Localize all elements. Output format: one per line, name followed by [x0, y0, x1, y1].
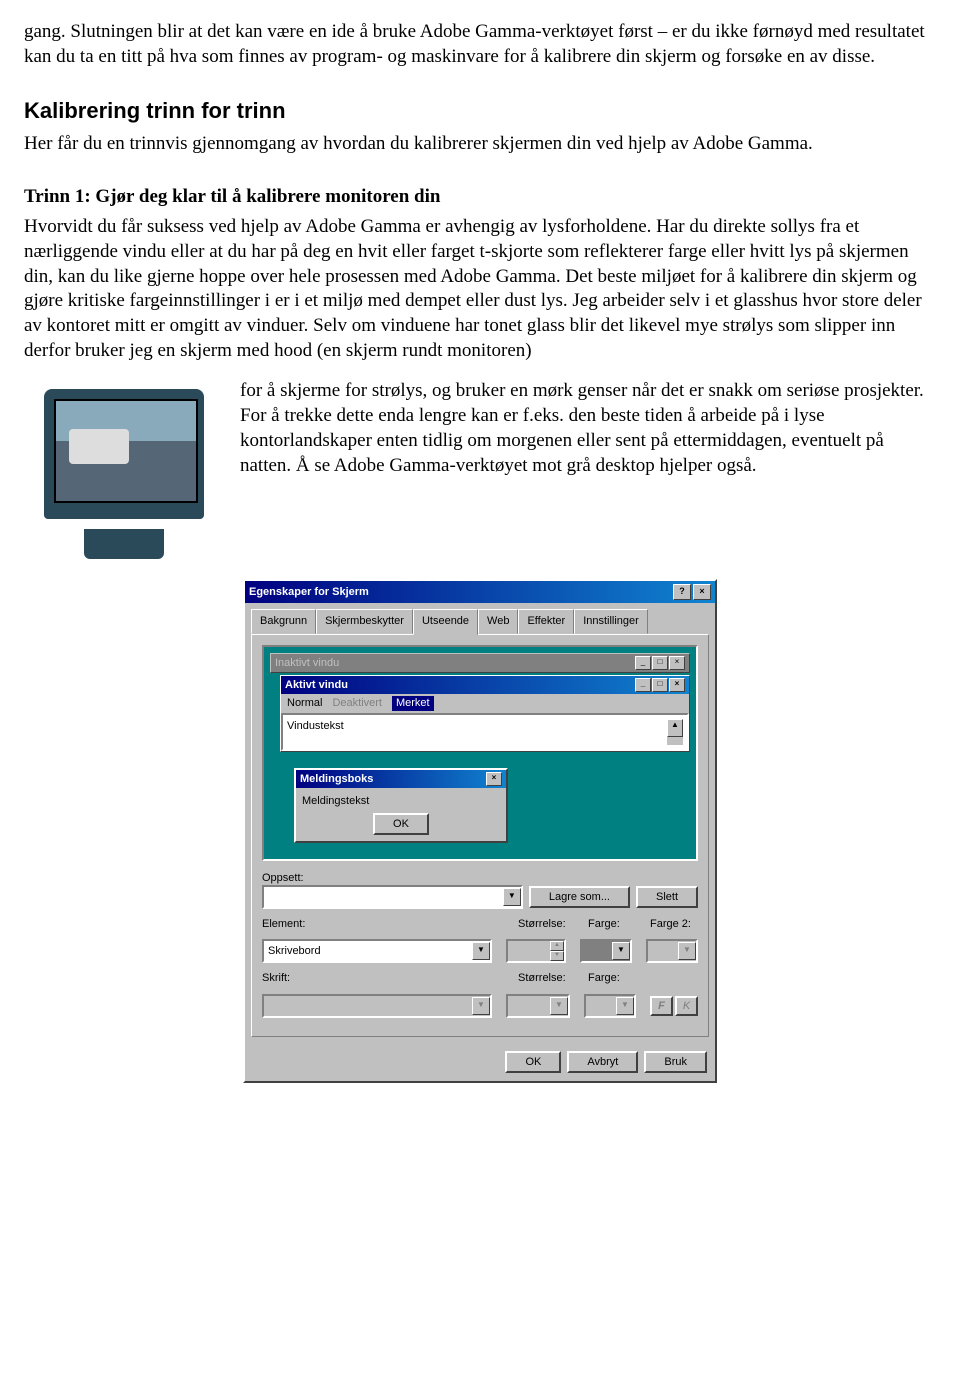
bruk-button[interactable]: Bruk	[644, 1051, 707, 1073]
tab-skjermbeskytter[interactable]: Skjermbeskytter	[316, 609, 413, 633]
dialog-title: Egenskaper for Skjerm	[249, 585, 369, 599]
heading-trinn1: Trinn 1: Gjør deg klar til å kalibrere m…	[24, 185, 936, 210]
farge3-picker: ▼	[584, 994, 636, 1018]
preview-active-window: Aktivt vindu _□× Normal Deaktivert Merke…	[280, 675, 690, 752]
kalibrering-sub: Her får du en trinnvis gjennomgang av hv…	[24, 132, 936, 157]
farge2-label: Farge 2:	[650, 917, 698, 931]
intro-paragraph: gang. Slutningen blir at det kan være en…	[24, 20, 936, 69]
active-window-title: Aktivt vindu	[285, 678, 348, 692]
oppsett-combo[interactable]: ▼	[262, 885, 523, 909]
lagre-som-button[interactable]: Lagre som...	[529, 886, 630, 908]
help-button[interactable]: ?	[673, 584, 691, 600]
msgbox-title: Meldingsboks	[300, 772, 373, 786]
close-button[interactable]: ×	[693, 584, 711, 600]
menu-normal: Normal	[287, 696, 322, 710]
msgbox-text: Meldingstekst	[302, 794, 500, 808]
skrift-combo: ▼	[262, 994, 492, 1018]
italic-button: K	[675, 996, 698, 1016]
element-combo[interactable]: Skrivebord ▼	[262, 939, 492, 963]
tab-web[interactable]: Web	[478, 609, 518, 633]
storrelse-spinner: ▲▼	[506, 939, 566, 963]
preview-messagebox: Meldingsboks × Meldingstekst OK	[294, 768, 508, 843]
farge2-picker: ▼	[646, 939, 698, 963]
bold-button: F	[650, 996, 673, 1016]
inactive-window-title: Inaktivt vindu	[275, 656, 339, 670]
trinn1-paragraph: Hvorvidt du får suksess ved hjelp av Ado…	[24, 215, 936, 363]
chevron-down-icon: ▼	[472, 997, 490, 1015]
tab-strip: Bakgrunn Skjermbeskytter Utseende Web Ef…	[245, 603, 715, 633]
heading-kalibrering: Kalibrering trinn for trinn	[24, 97, 936, 126]
appearance-preview[interactable]: Inaktivt vindu _□× Aktivt vindu _□× Norm…	[262, 645, 698, 861]
element-label: Element:	[262, 917, 504, 931]
preview-inactive-window: Inaktivt vindu _□×	[270, 653, 690, 673]
avbryt-button[interactable]: Avbryt	[567, 1051, 638, 1073]
chevron-down-icon: ▼	[503, 888, 521, 906]
farge-picker[interactable]: ▼	[580, 939, 632, 963]
oppsett-label: Oppsett:	[262, 871, 698, 885]
farge-label: Farge:	[588, 917, 636, 931]
menu-selected: Merket	[392, 696, 434, 710]
farge3-label: Farge:	[588, 971, 636, 985]
ok-button[interactable]: OK	[505, 1051, 561, 1073]
skrift-label: Skrift:	[262, 971, 504, 985]
preview-textarea-text: Vindustekst	[287, 719, 344, 745]
slett-button[interactable]: Slett	[636, 886, 698, 908]
tab-effekter[interactable]: Effekter	[518, 609, 574, 633]
storrelse2-combo: ▼	[506, 994, 570, 1018]
menu-disabled: Deaktivert	[332, 696, 382, 710]
tab-bakgrunn[interactable]: Bakgrunn	[251, 609, 316, 633]
monitor-illustration	[24, 379, 224, 559]
element-value: Skrivebord	[268, 944, 321, 958]
dialog-titlebar[interactable]: Egenskaper for Skjerm ? ×	[245, 581, 715, 603]
scroll-up-icon: ▲	[667, 719, 683, 737]
monitor-paragraph: for å skjerme for strølys, og bruker en …	[240, 379, 936, 478]
chevron-down-icon: ▼	[472, 942, 490, 960]
display-properties-dialog: Egenskaper for Skjerm ? × Bakgrunn Skjer…	[243, 579, 717, 1082]
tab-innstillinger[interactable]: Innstillinger	[574, 609, 648, 633]
storrelse2-label: Størrelse:	[518, 971, 574, 985]
storrelse-label: Størrelse:	[518, 917, 574, 931]
tab-utseende[interactable]: Utseende	[413, 609, 478, 634]
msgbox-ok-button: OK	[373, 813, 429, 835]
